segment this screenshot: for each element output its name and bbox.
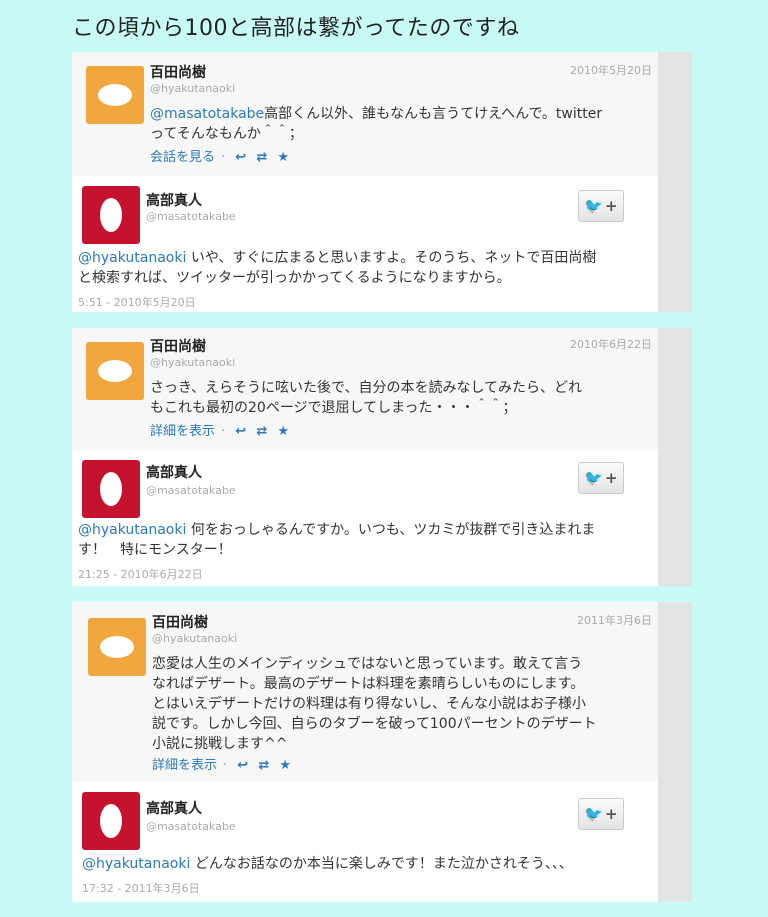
follow-button[interactable]: 🐦 + bbox=[578, 190, 624, 222]
tweet-text: さっき、えらそうに呟いた後で、自分の本を読みなしてみたら、どれ もこれも最初の2… bbox=[150, 378, 650, 418]
view-conversation-link[interactable]: 会話を見る bbox=[150, 150, 215, 165]
tweet-thread-3: 百田尚樹 @hyakutanaoki 2011年3月6日 恋愛は人生のメインディ… bbox=[72, 602, 692, 902]
tweet-text-line: さっき、えらそうに呟いた後で、自分の本を読みなしてみたら、どれ bbox=[150, 380, 583, 396]
mention-link[interactable]: @masatotakabe bbox=[150, 106, 264, 122]
mention-link[interactable]: @hyakutanaoki bbox=[78, 522, 186, 538]
author-name[interactable]: 百田尚樹 bbox=[150, 62, 206, 82]
egg-icon bbox=[100, 198, 122, 232]
retweet-icon[interactable]: ⇄ bbox=[256, 424, 267, 439]
avatar[interactable] bbox=[82, 460, 140, 518]
original-tweet: 百田尚樹 @hyakutanaoki 2010年5月20日 @masatotak… bbox=[72, 52, 658, 177]
tweet-thread-1: 百田尚樹 @hyakutanaoki 2010年5月20日 @masatotak… bbox=[72, 52, 692, 312]
egg-icon bbox=[100, 804, 122, 838]
avatar[interactable] bbox=[88, 618, 146, 676]
tweet-text-line: もこれも最初の20ページで退屈してしまった・・・＾＾； bbox=[150, 400, 517, 416]
author-handle[interactable]: @masatotakabe bbox=[146, 484, 236, 497]
tweet-actions: 詳細を表示 · ↩ ⇄ ★ bbox=[152, 754, 297, 773]
tweet-text: 恋愛は人生のメインディッシュではないと思っています。敢えて言う なればデザート。… bbox=[152, 654, 652, 754]
favorite-icon[interactable]: ★ bbox=[279, 758, 291, 773]
scrollbar[interactable] bbox=[658, 328, 692, 586]
tweet-actions: 会話を見る · ↩ ⇄ ★ bbox=[150, 146, 295, 165]
egg-icon bbox=[100, 472, 122, 506]
author-name[interactable]: 百田尚樹 bbox=[150, 336, 206, 356]
reply-icon[interactable]: ↩ bbox=[235, 424, 246, 439]
avatar[interactable] bbox=[82, 186, 140, 244]
tweet-date[interactable]: 2011年3月6日 bbox=[577, 612, 652, 628]
reply-tweet: 高部真人 @masatotakabe 🐦 + @hyakutanaoki いや、す… bbox=[72, 176, 658, 312]
follow-button[interactable]: 🐦 + bbox=[578, 462, 624, 494]
plus-icon: + bbox=[605, 197, 618, 215]
view-details-link[interactable]: 詳細を表示 bbox=[152, 758, 217, 773]
tweet-thread-2: 百田尚樹 @hyakutanaoki 2010年6月22日 さっき、えらそうに呟… bbox=[72, 328, 692, 586]
plus-icon: + bbox=[605, 469, 618, 487]
egg-icon bbox=[98, 84, 132, 106]
tweet-text: @hyakutanaoki 何をおっしゃるんですか。いつも、ツカミが抜群で引き込… bbox=[78, 520, 658, 560]
avatar[interactable] bbox=[86, 342, 144, 400]
reply-tweet: 高部真人 @masatotakabe 🐦 + @hyakutanaoki 何をおっ… bbox=[72, 450, 658, 586]
tweet-text: @masatotakabe高部くん以外、誰もなんも言うてけえへんで。twitte… bbox=[150, 104, 640, 144]
favorite-icon[interactable]: ★ bbox=[277, 424, 289, 439]
twitter-bird-icon: 🐦 bbox=[584, 469, 604, 487]
author-handle[interactable]: @masatotakabe bbox=[146, 210, 236, 223]
tweet-date[interactable]: 2010年6月22日 bbox=[570, 336, 652, 352]
tweet-text-line: す！ 特にモンスター！ bbox=[78, 542, 232, 558]
tweet-timestamp[interactable]: 17:32 - 2011年3月6日 bbox=[82, 880, 200, 896]
tweet-text-line: 小説に挑戦します^^ bbox=[152, 736, 288, 752]
author-name[interactable]: 高部真人 bbox=[146, 798, 202, 818]
separator: · bbox=[221, 150, 226, 165]
tweet-text-line: なればデザート。最高のデザートは料理を素晴らしいものにします。 bbox=[152, 676, 585, 692]
author-handle[interactable]: @masatotakabe bbox=[146, 820, 236, 833]
author-name[interactable]: 高部真人 bbox=[146, 190, 202, 210]
scrollbar[interactable] bbox=[658, 52, 692, 312]
tweet-timestamp[interactable]: 21:25 - 2010年6月22日 bbox=[78, 566, 203, 582]
reply-icon[interactable]: ↩ bbox=[235, 150, 246, 165]
tweet-text-line: とはいえデザートだけの料理は有り得ないし、そんな小説はお子様小 bbox=[152, 696, 586, 712]
tweet-timestamp[interactable]: 5:51 - 2010年5月20日 bbox=[78, 294, 196, 310]
avatar[interactable] bbox=[82, 792, 140, 850]
separator: · bbox=[221, 424, 226, 439]
twitter-bird-icon: 🐦 bbox=[584, 805, 604, 823]
reply-icon[interactable]: ↩ bbox=[237, 758, 248, 773]
follow-button[interactable]: 🐦 + bbox=[578, 798, 624, 830]
avatar[interactable] bbox=[86, 66, 144, 124]
original-tweet: 百田尚樹 @hyakutanaoki 2011年3月6日 恋愛は人生のメインディ… bbox=[72, 602, 658, 783]
tweet-date[interactable]: 2010年5月20日 bbox=[570, 62, 652, 78]
tweet-text: @hyakutanaoki いや、すぐに広まると思いますよ。そのうち、ネットで百… bbox=[78, 248, 658, 288]
author-name[interactable]: 百田尚樹 bbox=[152, 612, 208, 632]
retweet-icon[interactable]: ⇄ bbox=[258, 758, 269, 773]
twitter-bird-icon: 🐦 bbox=[584, 197, 604, 215]
tweet-text-line: 説です。しかし今回、自らのタブーを破って100パーセントのデザート bbox=[152, 716, 597, 732]
favorite-icon[interactable]: ★ bbox=[277, 150, 289, 165]
author-handle[interactable]: @hyakutanaoki bbox=[150, 356, 235, 369]
separator: · bbox=[223, 758, 228, 773]
tweet-text-line: と検索すれば、ツイッターが引っかかってくるようになりますから。 bbox=[78, 270, 511, 286]
tweet-text-line: どんなお話なのか本当に楽しみです！また泣かされそう、、、 bbox=[190, 856, 573, 872]
scrollbar[interactable] bbox=[658, 602, 692, 902]
plus-icon: + bbox=[605, 805, 618, 823]
tweet-text-line: 高部くん以外、誰もなんも言うてけえへんで。twitter bbox=[264, 106, 603, 122]
tweet-text-line: 恋愛は人生のメインディッシュではないと思っています。敢えて言う bbox=[152, 656, 583, 672]
author-name[interactable]: 高部真人 bbox=[146, 462, 202, 482]
reply-tweet: 高部真人 @masatotakabe 🐦 + @hyakutanaoki どんなお… bbox=[72, 782, 658, 902]
retweet-icon[interactable]: ⇄ bbox=[256, 150, 267, 165]
view-details-link[interactable]: 詳細を表示 bbox=[150, 424, 215, 439]
tweet-text: @hyakutanaoki どんなお話なのか本当に楽しみです！また泣かされそう、… bbox=[82, 854, 662, 874]
egg-icon bbox=[98, 360, 132, 382]
original-tweet: 百田尚樹 @hyakutanaoki 2010年6月22日 さっき、えらそうに呟… bbox=[72, 328, 658, 451]
egg-icon bbox=[100, 636, 134, 658]
tweet-text-line: 何をおっしゃるんですか。いつも、ツカミが抜群で引き込まれま bbox=[186, 522, 596, 538]
mention-link[interactable]: @hyakutanaoki bbox=[78, 250, 186, 266]
tweet-text-line: いや、すぐに広まると思いますよ。そのうち、ネットで百田尚樹 bbox=[186, 250, 597, 266]
tweet-actions: 詳細を表示 · ↩ ⇄ ★ bbox=[150, 420, 295, 439]
author-handle[interactable]: @hyakutanaoki bbox=[150, 82, 235, 95]
mention-link[interactable]: @hyakutanaoki bbox=[82, 856, 190, 872]
tweet-text-line: ってそんなもんか＾＾； bbox=[150, 126, 303, 142]
page-title: この頃から100と高部は繋がってたのですね bbox=[72, 16, 520, 41]
author-handle[interactable]: @hyakutanaoki bbox=[152, 632, 237, 645]
